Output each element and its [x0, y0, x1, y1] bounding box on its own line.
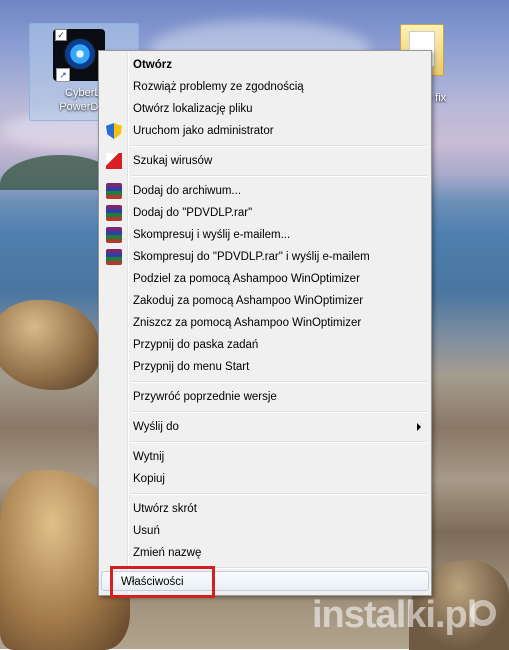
annotation-highlight-box [110, 566, 215, 598]
menu-separator [131, 441, 427, 443]
menu-item-pin-taskbar[interactable]: Przypnij do paska zadań [101, 335, 429, 355]
wallpaper-rock [0, 300, 100, 390]
menu-item-encrypt-ashampoo[interactable]: Zakoduj za pomocą Ashampoo WinOptimizer [101, 291, 429, 311]
shortcut-arrow-icon: ↗ [56, 68, 70, 82]
menu-item-compress-to-rar-and-email[interactable]: Skompresuj do "PDVDLP.rar" i wyślij e-ma… [101, 247, 429, 267]
selection-checkbox-icon[interactable]: ✓ [55, 29, 67, 41]
menu-item-add-to-archive[interactable]: Dodaj do archiwum... [101, 181, 429, 201]
menu-item-compress-and-email[interactable]: Skompresuj i wyślij e-mailem... [101, 225, 429, 245]
submenu-arrow-icon [417, 423, 421, 431]
menu-item-shred-ashampoo[interactable]: Zniszcz za pomocą Ashampoo WinOptimizer [101, 313, 429, 333]
menu-item-copy[interactable]: Kopiuj [101, 469, 429, 489]
menu-item-rename[interactable]: Zmień nazwę [101, 543, 429, 563]
gear-icon [470, 600, 496, 626]
menu-item-scan-viruses[interactable]: Szukaj wirusów [101, 151, 429, 171]
menu-item-create-shortcut[interactable]: Utwórz skrót [101, 499, 429, 519]
menu-separator [131, 493, 427, 495]
menu-item-delete[interactable]: Usuń [101, 521, 429, 541]
menu-item-open[interactable]: Otwórz [101, 55, 429, 75]
antivirus-icon [106, 153, 122, 169]
winrar-icon [106, 205, 122, 221]
winrar-icon [106, 227, 122, 243]
menu-separator [131, 381, 427, 383]
menu-item-troubleshoot-compatibility[interactable]: Rozwiąż problemy ze zgodnością [101, 77, 429, 97]
winrar-icon [106, 183, 122, 199]
menu-item-open-file-location[interactable]: Otwórz lokalizację pliku [101, 99, 429, 119]
uac-shield-icon [106, 123, 122, 139]
menu-item-run-as-admin[interactable]: Uruchom jako administrator [101, 121, 429, 141]
context-menu: Otwórz Rozwiąż problemy ze zgodnością Ot… [98, 50, 432, 596]
menu-item-restore-previous-versions[interactable]: Przywróć poprzednie wersje [101, 387, 429, 407]
menu-separator [131, 175, 427, 177]
menu-item-add-to-rar[interactable]: Dodaj do "PDVDLP.rar" [101, 203, 429, 223]
menu-separator [131, 411, 427, 413]
menu-separator [131, 145, 427, 147]
menu-item-split-ashampoo[interactable]: Podziel za pomocą Ashampoo WinOptimizer [101, 269, 429, 289]
menu-item-cut[interactable]: Wytnij [101, 447, 429, 467]
winrar-icon [106, 249, 122, 265]
watermark: instalki.pl [312, 594, 502, 642]
menu-item-pin-start[interactable]: Przypnij do menu Start [101, 357, 429, 377]
menu-item-send-to[interactable]: Wyślij do [101, 417, 429, 437]
